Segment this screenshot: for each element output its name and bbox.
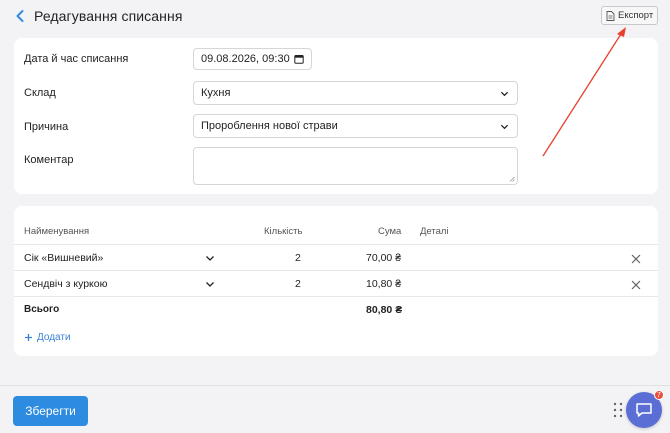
date-time-input[interactable]: 09.08.2026, 09:30 bbox=[193, 48, 312, 70]
chat-icon bbox=[636, 403, 652, 417]
plus-icon bbox=[25, 334, 32, 341]
chevron-down-icon bbox=[500, 124, 509, 130]
warehouse-label: Склад bbox=[24, 87, 56, 99]
save-button[interactable]: Зберегти bbox=[13, 396, 88, 426]
total-label: Всього bbox=[24, 304, 60, 315]
chat-button[interactable]: 7 bbox=[626, 390, 664, 428]
chevron-down-icon[interactable] bbox=[205, 279, 215, 289]
row-qty[interactable]: 2 bbox=[295, 252, 301, 264]
reason-label: Причина bbox=[24, 121, 69, 133]
warehouse-value: Кухня bbox=[201, 87, 231, 99]
row-qty[interactable]: 2 bbox=[295, 278, 301, 290]
resize-handle-icon[interactable] bbox=[509, 176, 515, 182]
column-header-sum: Сума bbox=[378, 226, 402, 237]
close-icon[interactable] bbox=[630, 279, 642, 291]
row-divider bbox=[14, 270, 658, 271]
close-icon[interactable] bbox=[630, 253, 642, 265]
grip-icon[interactable] bbox=[613, 402, 623, 418]
date-value: 09.08.2026, 09:30 bbox=[201, 53, 290, 65]
calendar-icon[interactable] bbox=[294, 54, 304, 64]
column-header-qty: Кількість bbox=[264, 226, 303, 237]
warehouse-select[interactable]: Кухня bbox=[193, 81, 518, 105]
add-item-button[interactable]: Додати bbox=[24, 332, 71, 343]
column-header-name: Найменування bbox=[24, 226, 90, 237]
reason-select[interactable]: Пророблення нової страви bbox=[193, 114, 518, 138]
row-sum: 10,80 ₴ bbox=[366, 278, 402, 290]
row-sum: 70,00 ₴ bbox=[366, 252, 402, 264]
row-divider bbox=[14, 296, 658, 297]
row-divider bbox=[14, 244, 658, 245]
row-name[interactable]: Сік «Вишневий» bbox=[24, 252, 103, 264]
footer-bar: Зберегти 7 bbox=[0, 385, 670, 433]
date-label: Дата й час списання bbox=[24, 53, 129, 65]
page-title: Редагування списання bbox=[34, 8, 183, 24]
items-table-card: Найменування Кількість Сума Деталі Сік «… bbox=[14, 206, 658, 356]
total-sum: 80,80 ₴ bbox=[366, 304, 403, 316]
chevron-down-icon bbox=[500, 91, 509, 97]
document-icon bbox=[606, 10, 615, 21]
column-header-details: Деталі bbox=[420, 226, 449, 237]
export-label: Експорт bbox=[618, 10, 654, 21]
row-name[interactable]: Сендвіч з куркою bbox=[24, 278, 108, 290]
export-button[interactable]: Експорт bbox=[601, 6, 658, 25]
back-chevron-icon[interactable] bbox=[12, 8, 28, 24]
writeoff-form-card: Дата й час списання 09.08.2026, 09:30 Ск… bbox=[14, 38, 658, 194]
chat-badge: 7 bbox=[654, 390, 664, 400]
comment-textarea[interactable] bbox=[193, 147, 518, 185]
comment-label: Коментар bbox=[24, 154, 74, 166]
page-header: Редагування списання Експорт bbox=[0, 0, 670, 34]
chevron-down-icon[interactable] bbox=[205, 253, 215, 263]
reason-value: Пророблення нової страви bbox=[201, 120, 338, 132]
add-item-label: Додати bbox=[37, 332, 71, 343]
